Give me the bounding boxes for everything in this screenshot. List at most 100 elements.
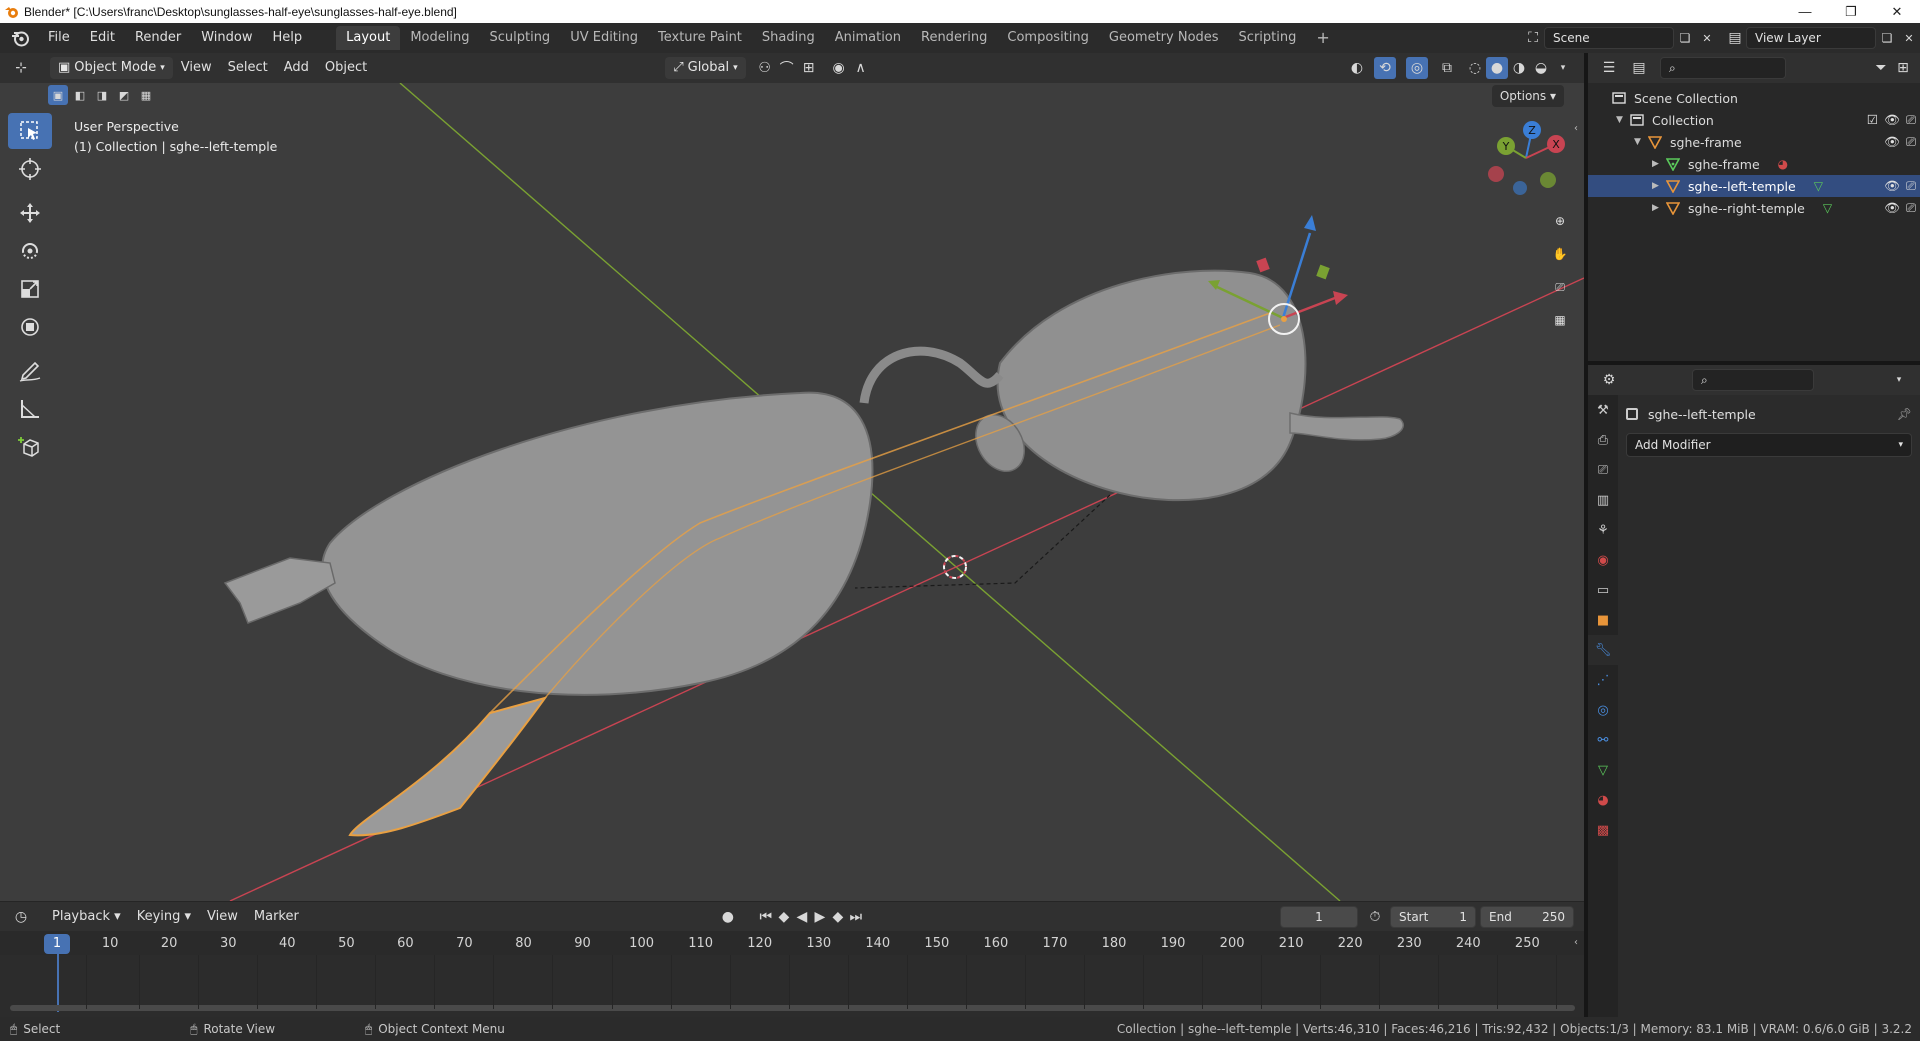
menu-marker[interactable]: Marker	[246, 906, 307, 928]
select-box-tool[interactable]	[8, 113, 52, 149]
blender-logo-icon[interactable]	[10, 28, 30, 48]
gizmo-neg-z-handle[interactable]	[1513, 181, 1527, 195]
tab-animation[interactable]: Animation	[825, 26, 911, 50]
3d-viewport[interactable]: User Perspective (1) Collection | sghe--…	[0, 83, 1584, 901]
timeline-editor-type-icon[interactable]: ◷	[10, 906, 32, 928]
menu-edit[interactable]: Edit	[80, 27, 125, 49]
timeline-area[interactable]: 10 20 30 40 50 60 70 80 90 100 110 120 130 140 150 160 1…	[0, 931, 1584, 1017]
gizmo-neg-x-handle[interactable]	[1488, 166, 1504, 182]
eye-icon[interactable]: 👁︎	[1884, 178, 1900, 194]
rotate-tool[interactable]	[8, 233, 52, 269]
material-shading-icon[interactable]: ◑	[1508, 57, 1530, 79]
timeline-collapse-arrow-icon[interactable]: ‹	[1574, 937, 1578, 948]
outliner-editor-type-icon[interactable]: ☰	[1598, 57, 1620, 79]
object-mode-dropdown[interactable]: ▣ Object Mode ▾	[50, 57, 173, 79]
filter-icon[interactable]: ⏷	[1870, 57, 1892, 79]
visibility-icon[interactable]: ◐	[1346, 57, 1368, 79]
jump-end-icon[interactable]: ⏭	[847, 906, 865, 928]
snap-icon[interactable]: ⌒	[776, 57, 798, 79]
minimize-button[interactable]: —	[1782, 0, 1828, 23]
expand-arrow-down-icon[interactable]: ▼	[1634, 137, 1648, 147]
eye-icon[interactable]: 👁︎	[1884, 200, 1900, 216]
tab-sculpting[interactable]: Sculpting	[479, 26, 560, 50]
texture-tab[interactable]: ▩	[1588, 815, 1618, 845]
zoom-view-button[interactable]: ⊕	[1546, 207, 1574, 235]
menu-add[interactable]: Add	[276, 57, 317, 79]
close-window-button[interactable]: ✕	[1874, 0, 1920, 23]
scene-field[interactable]: Scene	[1544, 27, 1674, 49]
chevron-down-icon[interactable]: ▾	[1888, 369, 1910, 391]
collection-tab[interactable]: ▭	[1588, 575, 1618, 605]
record-icon[interactable]: ●	[717, 906, 739, 928]
panel-divider[interactable]	[1584, 53, 1588, 1017]
proportional-edit-icon[interactable]: ◉	[828, 57, 850, 79]
gizmo-neg-y-handle[interactable]	[1540, 172, 1556, 188]
menu-view[interactable]: View	[173, 57, 220, 79]
constraints-tab[interactable]: ⚯	[1588, 725, 1618, 755]
xray-toggle-icon[interactable]: ⧉	[1436, 57, 1458, 79]
play-reverse-icon[interactable]: ◀	[793, 906, 811, 928]
view-layer-tab[interactable]: ▥	[1588, 485, 1618, 515]
particles-tab[interactable]: ⋰	[1588, 665, 1618, 695]
ortho-toggle-button[interactable]: ▦	[1546, 306, 1574, 334]
tab-compositing[interactable]: Compositing	[997, 26, 1099, 50]
add-modifier-dropdown[interactable]: Add Modifier ▾	[1626, 433, 1912, 457]
mesh-data-icon[interactable]: ▽	[1823, 201, 1832, 215]
panel-divider[interactable]	[1588, 361, 1920, 365]
camera-view-button[interactable]: ⎚	[1546, 273, 1574, 301]
overlays-toggle-icon[interactable]: ◎	[1406, 57, 1428, 79]
outliner-row[interactable]: Scene Collection	[1588, 87, 1920, 109]
mesh-data-icon[interactable]: ▽	[1814, 179, 1823, 193]
properties-search-input[interactable]: ⌕	[1692, 369, 1814, 391]
play-icon[interactable]: ▶	[811, 906, 829, 928]
select-subtract-icon[interactable]: ◨	[92, 85, 112, 105]
camera-icon[interactable]: ⎚	[1906, 200, 1916, 216]
tab-layout[interactable]: Layout	[336, 26, 401, 50]
stopwatch-icon[interactable]: ⏱	[1364, 906, 1386, 928]
eye-icon[interactable]: 👁︎	[1884, 134, 1900, 150]
wireframe-shading-icon[interactable]: ◌	[1464, 57, 1486, 79]
tab-uv-editing[interactable]: UV Editing	[560, 26, 648, 50]
menu-help[interactable]: Help	[263, 27, 313, 49]
menu-render[interactable]: Render	[125, 27, 191, 49]
snap-target-icon[interactable]: ⊞	[798, 57, 820, 79]
outliner-row[interactable]: ▶ sghe--left-temple ▽ 👁︎ ⎚	[1588, 175, 1920, 197]
current-frame-marker[interactable]: 1	[44, 934, 70, 954]
next-keyframe-icon[interactable]: ◆	[829, 906, 847, 928]
add-cube-tool[interactable]	[8, 429, 52, 465]
scene-tab[interactable]: ⚘	[1588, 515, 1618, 545]
expand-arrow-right-icon[interactable]: ▶	[1652, 159, 1666, 169]
tab-modeling[interactable]: Modeling	[400, 26, 479, 50]
timeline-scrollbar[interactable]	[10, 1005, 1575, 1011]
tab-texture-paint[interactable]: Texture Paint	[648, 26, 752, 50]
tab-rendering[interactable]: Rendering	[911, 26, 997, 50]
restore-button[interactable]: ❐	[1828, 0, 1874, 23]
gizmo-plane-handle-red[interactable]	[1256, 257, 1270, 273]
navigation-gizmo[interactable]: Z X Y	[1486, 118, 1566, 198]
playhead[interactable]	[57, 954, 59, 1012]
sidebar-toggle-arrow-icon[interactable]: ‹	[1574, 123, 1578, 134]
properties-editor-type-icon[interactable]: ⚙	[1598, 369, 1620, 391]
select-extend-icon[interactable]: ◧	[70, 85, 90, 105]
menu-timeline-view[interactable]: View	[199, 906, 246, 928]
shading-options-icon[interactable]: ▾	[1552, 57, 1574, 79]
material-icon[interactable]: ◕	[1778, 157, 1788, 171]
pin-icon[interactable]: 📌︎	[1897, 407, 1912, 421]
output-tab[interactable]: ⎚	[1588, 455, 1618, 485]
render-tab[interactable]: ⎙	[1588, 425, 1618, 455]
jump-start-icon[interactable]: ⏮	[757, 906, 775, 928]
outliner-row[interactable]: ▼ sghe-frame 👁︎ ⎚	[1588, 131, 1920, 153]
tool-tab[interactable]: ⚒	[1588, 395, 1618, 425]
tab-geometry-nodes[interactable]: Geometry Nodes	[1099, 26, 1229, 50]
prev-keyframe-icon[interactable]: ◆	[775, 906, 793, 928]
menu-file[interactable]: File	[38, 27, 80, 49]
measure-tool[interactable]	[8, 391, 52, 427]
eye-icon[interactable]: 👁︎	[1884, 112, 1900, 128]
gizmo-plane-handle-green[interactable]	[1316, 264, 1330, 280]
menu-playback[interactable]: Playback ▾	[44, 906, 129, 928]
pan-view-button[interactable]: ✋	[1546, 240, 1574, 268]
view-layer-selector-icon[interactable]: ▤	[1724, 27, 1746, 49]
transform-orientation-dropdown[interactable]: ⤢ Global ▾	[665, 57, 746, 79]
editor-type-icon[interactable]: ⊹	[10, 57, 32, 79]
outliner-row[interactable]: ▶ sghe-frame ◕	[1588, 153, 1920, 175]
